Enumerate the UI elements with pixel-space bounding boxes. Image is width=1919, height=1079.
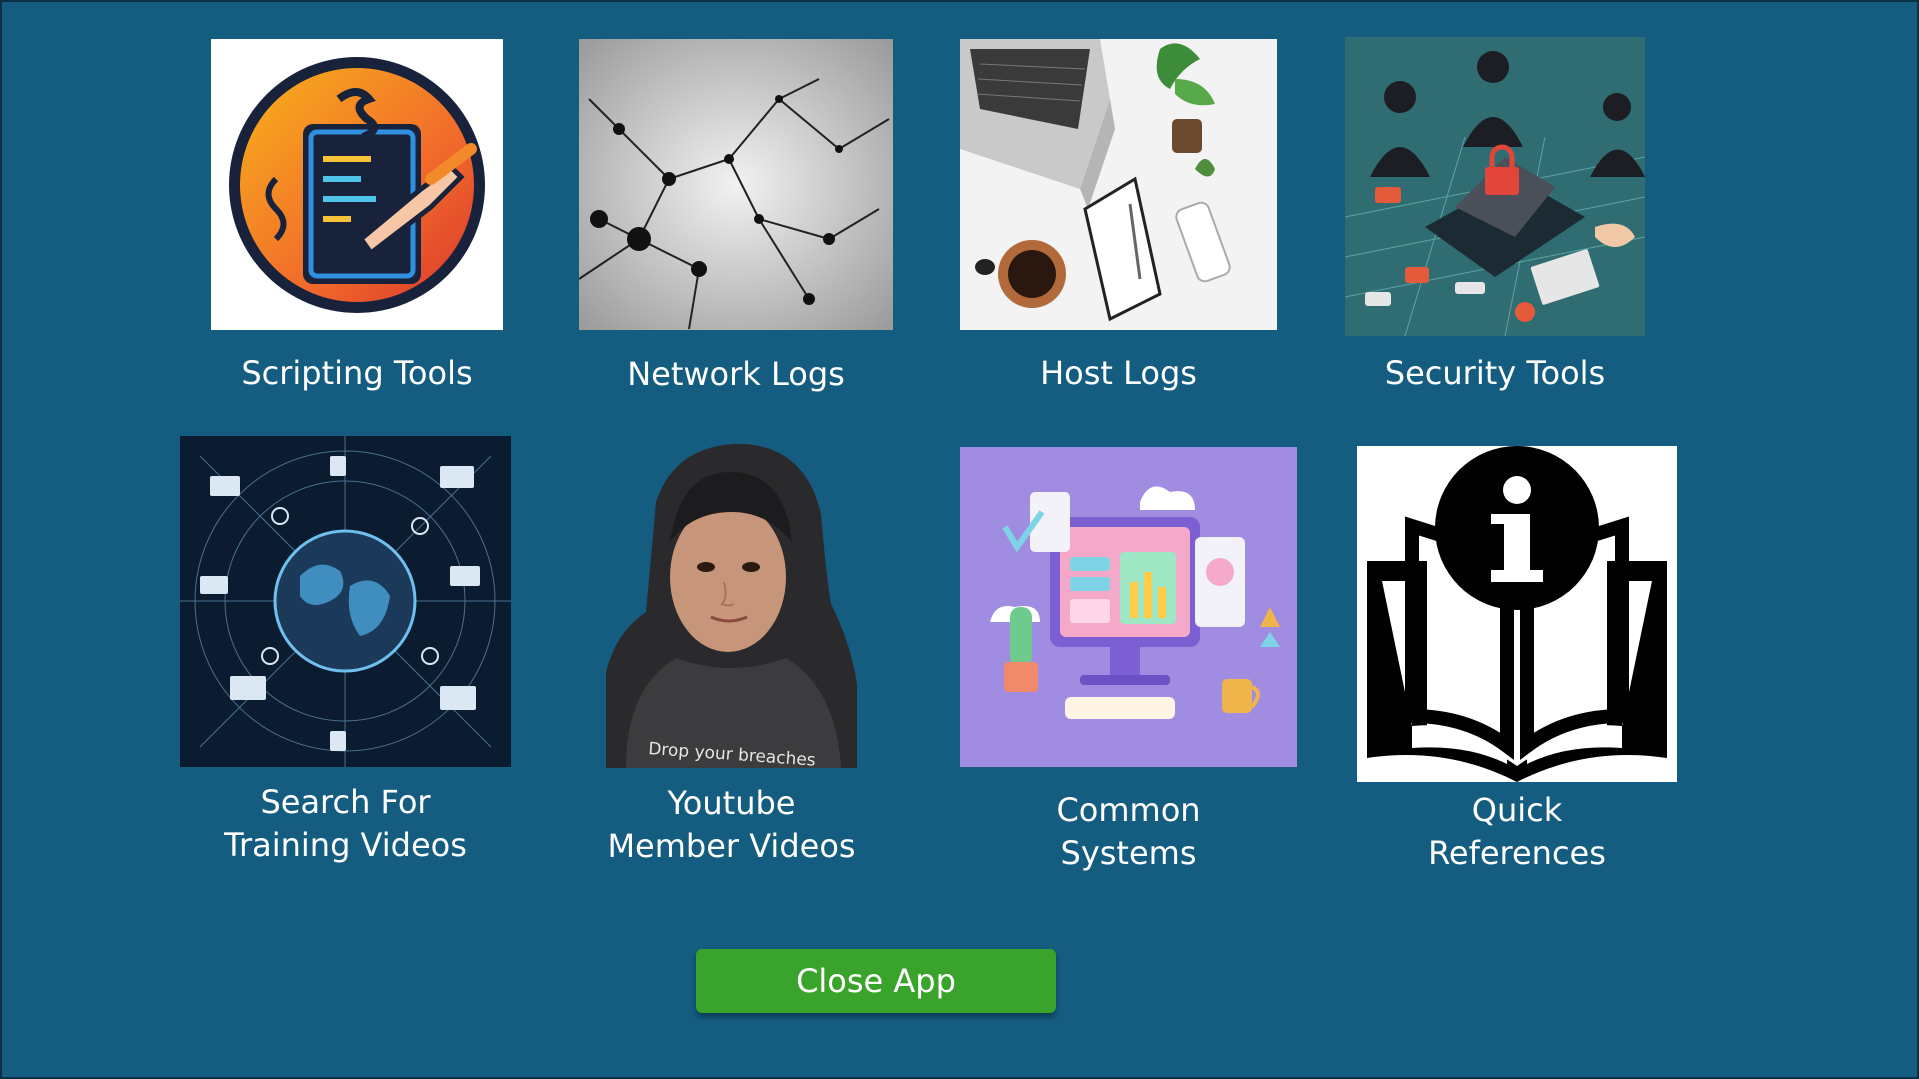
desk-laptop-icon[interactable] bbox=[960, 39, 1277, 330]
close-app-button[interactable]: Close App bbox=[696, 949, 1056, 1013]
tile-label: Common Systems bbox=[1056, 791, 1201, 872]
info-book-icon[interactable] bbox=[1357, 446, 1677, 782]
member-portrait-icon[interactable]: Drop your breaches bbox=[606, 442, 857, 768]
scripting-clipboard-icon[interactable] bbox=[211, 39, 503, 330]
tile-label: Youtube Member Videos bbox=[607, 784, 856, 865]
tile-label: Host Logs bbox=[1040, 354, 1197, 392]
tile-label: Security Tools bbox=[1384, 354, 1606, 392]
network-graph-icon[interactable] bbox=[579, 39, 893, 330]
globe-network-icon[interactable] bbox=[180, 436, 511, 767]
security-lock-icon[interactable] bbox=[1345, 37, 1645, 336]
tile-label: Quick References bbox=[1428, 791, 1606, 872]
desktop-dashboard-icon[interactable] bbox=[960, 447, 1297, 767]
tile-label: Search For Training Videos bbox=[224, 783, 467, 864]
tile-label: Network Logs bbox=[627, 355, 845, 393]
tile-label: Scripting Tools bbox=[241, 354, 473, 392]
